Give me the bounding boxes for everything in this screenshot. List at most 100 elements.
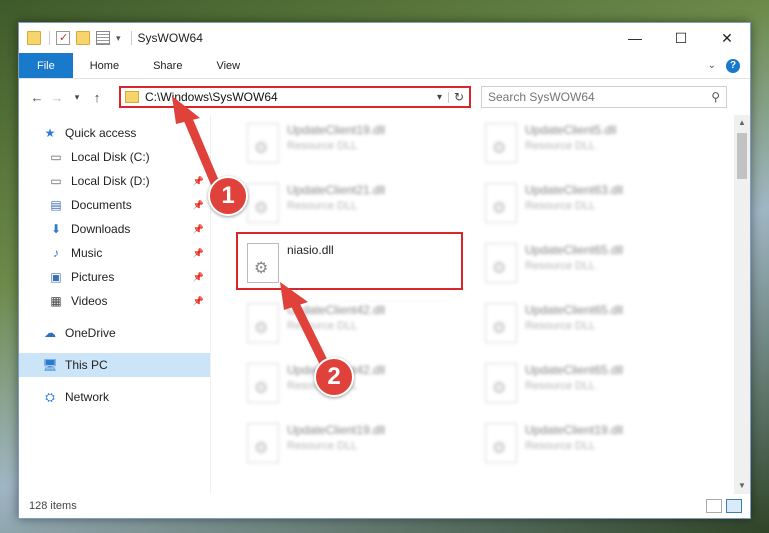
view-buttons: [706, 499, 750, 513]
sidebar-item-pictures[interactable]: ▣ Pictures 📌: [19, 265, 210, 289]
sidebar-item-label: This PC: [65, 358, 108, 372]
vertical-scrollbar[interactable]: ▲ ▼: [734, 115, 750, 494]
file-name: UpdateClient5.dll: [525, 123, 617, 137]
sidebar-item-label: Local Disk (D:): [71, 174, 150, 188]
sidebar-item-label: Downloads: [71, 222, 131, 236]
file-item[interactable]: UpdateClient65.dll Resource DLL: [479, 239, 704, 289]
address-bar[interactable]: C:\Windows\SysWOW64 ▾ ↻: [119, 86, 471, 108]
pin-icon[interactable]: 📌: [193, 248, 204, 259]
file-type: Resource DLL: [287, 440, 358, 452]
file-item[interactable]: UpdateClient5.dll Resource DLL: [479, 119, 704, 169]
file-name: UpdateClient19.dll: [287, 123, 386, 137]
file-name: UpdateClient63.dll: [525, 183, 624, 197]
tiles-view-icon[interactable]: [726, 499, 742, 513]
file-item[interactable]: UpdateClient63.dll Resource DLL: [479, 179, 704, 229]
forward-arrow-icon[interactable]: →: [47, 90, 67, 105]
sidebar-item-label: Music: [71, 246, 103, 260]
search-box[interactable]: ⚲: [481, 86, 727, 108]
minimize-button[interactable]: —: [612, 23, 658, 53]
step-badge-1: 1: [208, 176, 248, 216]
file-name: UpdateClient19.dll: [525, 423, 624, 437]
file-type: Resource DLL: [525, 440, 596, 452]
close-button[interactable]: ✕: [704, 23, 750, 53]
pin-icon[interactable]: 📌: [193, 224, 204, 235]
sidebar-item-downloads[interactable]: ⬇ Downloads 📌: [19, 217, 210, 241]
divider: [19, 345, 210, 353]
properties-icon[interactable]: [96, 31, 110, 45]
sidebar-item-label: Videos: [71, 294, 108, 308]
file-name: UpdateClient42.dll: [287, 303, 386, 317]
address-path[interactable]: C:\Windows\SysWOW64: [145, 90, 431, 104]
sidebar-item-onedrive[interactable]: ☁ OneDrive: [19, 321, 210, 345]
file-item[interactable]: UpdateClient21.dll Resource DLL: [241, 179, 466, 229]
divider: [19, 377, 210, 385]
address-dropdown-icon[interactable]: ▾: [431, 91, 449, 103]
back-arrow-icon[interactable]: ←: [27, 90, 47, 105]
status-bar: 128 items: [19, 494, 750, 518]
sidebar-item-local-disk-c[interactable]: ▭ Local Disk (C:): [19, 145, 210, 169]
file-item[interactable]: UpdateClient19.dll Resource DLL: [241, 419, 466, 469]
ribbon-right: ⌄ ?: [708, 53, 750, 78]
details-view-icon[interactable]: [706, 499, 722, 513]
pin-icon[interactable]: 📌: [193, 272, 204, 283]
scroll-up-icon[interactable]: ▲: [734, 115, 750, 131]
dll-file-icon: [485, 423, 517, 463]
sidebar-item-local-disk-d[interactable]: ▭ Local Disk (D:) 📌: [19, 169, 210, 193]
sidebar-item-label: Documents: [71, 198, 132, 212]
sidebar-item-this-pc[interactable]: 🖥 This PC: [19, 353, 210, 377]
file-item[interactable]: UpdateClient42.dllResource DLL: [241, 359, 466, 409]
sidebar-item-documents[interactable]: ▤ Documents 📌: [19, 193, 210, 217]
tab-share[interactable]: Share: [136, 53, 199, 78]
file-type: Resource DLL: [525, 320, 596, 332]
search-icon[interactable]: ⚲: [711, 90, 720, 104]
expand-ribbon-icon[interactable]: ⌄: [708, 60, 716, 71]
scroll-thumb[interactable]: [737, 133, 747, 179]
dll-file-icon: [247, 423, 279, 463]
tab-file[interactable]: File: [19, 53, 73, 78]
window-controls: — ☐ ✕: [612, 23, 750, 53]
quick-access-toolbar-dropdown-icon[interactable]: ▾: [116, 33, 121, 44]
sidebar-item-label: Local Disk (C:): [71, 150, 150, 164]
file-item[interactable]: UpdateClient65.dll Resource DLL: [479, 299, 704, 349]
network-icon: ⛭: [45, 389, 55, 404]
maximize-button[interactable]: ☐: [658, 23, 704, 53]
pin-icon[interactable]: 📌: [193, 296, 204, 307]
pin-icon[interactable]: 📌: [193, 176, 204, 187]
file-item[interactable]: UpdateClient19.dll Resource DLL: [241, 119, 466, 169]
folder-icon: [27, 31, 41, 45]
file-item[interactable]: UpdateClient65.dll Resource DLL: [479, 359, 704, 409]
up-arrow-icon[interactable]: ↑: [87, 90, 107, 105]
sidebar-item-label: Pictures: [71, 270, 115, 284]
pin-icon[interactable]: 📌: [193, 200, 204, 211]
scroll-down-icon[interactable]: ▼: [734, 478, 750, 494]
refresh-icon[interactable]: ↻: [449, 90, 469, 104]
dll-file-icon: [485, 303, 517, 343]
recent-locations-dropdown-icon[interactable]: ▾: [67, 92, 87, 103]
help-icon[interactable]: ?: [726, 58, 740, 73]
drive-icon: ▭: [50, 174, 62, 188]
file-type: Resource DLL: [525, 380, 596, 392]
dll-file-icon: [247, 303, 279, 343]
folder-icon: [125, 91, 139, 103]
divider: [49, 31, 50, 45]
file-name: UpdateClient65.dll: [525, 243, 624, 257]
tab-view[interactable]: View: [199, 53, 257, 78]
properties-check-icon[interactable]: [56, 31, 70, 45]
file-name: UpdateClient19.dll: [287, 423, 386, 437]
search-input[interactable]: [488, 90, 712, 104]
window-title: SysWOW64: [137, 31, 203, 45]
file-name: UpdateClient65.dll: [525, 303, 624, 317]
file-item[interactable]: UpdateClient19.dll Resource DLL: [479, 419, 704, 469]
file-type: Resource DLL: [525, 260, 596, 272]
sidebar-item-videos[interactable]: ▦ Videos 📌: [19, 289, 210, 313]
new-folder-icon[interactable]: [76, 31, 90, 45]
computer-icon: 🖥: [42, 358, 58, 372]
pictures-icon: ▣: [50, 270, 62, 284]
tab-home[interactable]: Home: [73, 53, 136, 78]
sidebar-item-music[interactable]: ♪ Music 📌: [19, 241, 210, 265]
file-item[interactable]: UpdateClient42.dllResource DLL: [241, 299, 466, 349]
sidebar-item-quick-access[interactable]: ★ Quick access: [19, 121, 210, 145]
sidebar-item-network[interactable]: ⛭ Network: [19, 385, 210, 409]
documents-icon: ▤: [50, 198, 62, 212]
main-content: ★ Quick access ▭ Local Disk (C:) ▭ Local…: [19, 115, 750, 494]
